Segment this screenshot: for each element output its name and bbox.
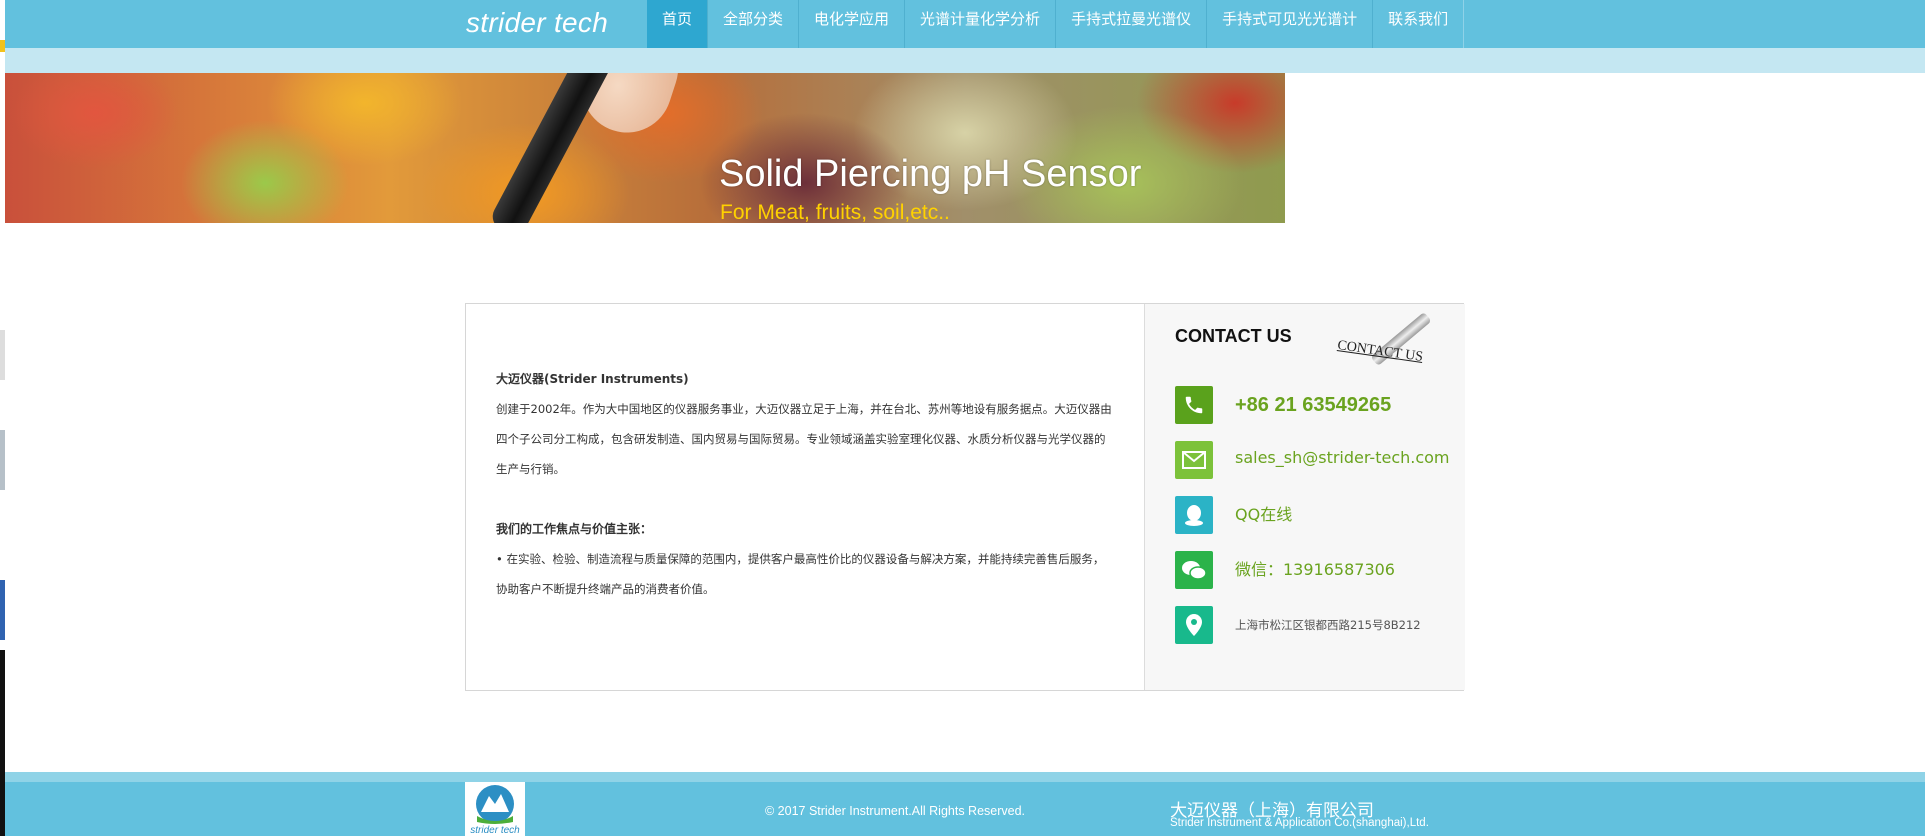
contact-phone-row: +86 21 63549265	[1175, 386, 1455, 424]
page: strider tech 首页 全部分类 电化学应用 光谱计量化学分析 手持式拉…	[0, 0, 1925, 836]
footer-logo-text: strider tech	[470, 825, 520, 836]
nav-item-electrochemistry[interactable]: 电化学应用	[799, 0, 906, 48]
focus-text: • 在实验、检验、制造流程与质量保障的范围内，提供客户最高性价比的仪器设备与解决…	[496, 552, 1105, 596]
contact-qq-row: QQ在线	[1175, 496, 1455, 534]
nav-item-spectroscopy-analysis[interactable]: 光谱计量化学分析	[905, 0, 1057, 48]
contact-address: 上海市松江区银都西路215号8B212	[1235, 618, 1421, 632]
copyright: © 2017 Strider Instrument.All Rights Res…	[765, 804, 1026, 818]
site-logo[interactable]: strider tech	[466, 3, 608, 43]
map-pin-icon	[1175, 606, 1213, 644]
contact-email[interactable]: sales_sh@strider-tech.com	[1235, 441, 1450, 468]
contact-email-row: sales_sh@strider-tech.com	[1175, 441, 1455, 479]
footer-top-strip	[5, 772, 1925, 782]
footer-logo[interactable]: strider tech	[465, 782, 525, 836]
nav-item-handheld-visible-spectrometer[interactable]: 手持式可见光光谱计	[1207, 0, 1374, 48]
contact-title: CONTACT US	[1175, 326, 1292, 346]
banner-title: Solid Piercing pH Sensor	[719, 153, 1142, 195]
contact-address-row: 上海市松江区银都西路215号8B212	[1175, 606, 1455, 644]
contact-phone[interactable]: +86 21 63549265	[1235, 386, 1391, 424]
nav-item-contact[interactable]: 联系我们	[1373, 0, 1465, 48]
contact-qq[interactable]: QQ在线	[1235, 496, 1292, 534]
nav-item-all-categories[interactable]: 全部分类	[708, 0, 800, 48]
hero-banner[interactable]: Solid Piercing pH Sensor For Meat, fruit…	[5, 73, 1285, 223]
banner-subtitle: For Meat, fruits, soil,etc..	[720, 201, 950, 223]
contact-wechat[interactable]: 微信：13916587306	[1235, 551, 1395, 589]
contact-wechat-row: 微信：13916587306	[1175, 551, 1455, 589]
about-intro: 创建于2002年。作为大中国地区的仪器服务事业，大迈仪器立足于上海，并在台北、苏…	[496, 402, 1112, 476]
qq-icon	[1175, 496, 1213, 534]
company-name-en: Strider Instrument & Application Co.(sha…	[1170, 817, 1429, 829]
edge-marker	[0, 430, 5, 490]
about-contact-panel: 大迈仪器(Strider Instruments) 创建于2002年。作为大中国…	[465, 303, 1465, 691]
phone-icon	[1175, 386, 1213, 424]
focus-heading: 我们的工作焦点与价值主张：	[496, 522, 653, 536]
contact-box: CONTACT US CONTACT US +86 21 63549265 sa…	[1144, 304, 1465, 690]
footer-logo-icon	[476, 785, 514, 824]
edge-marker	[0, 330, 5, 380]
main-nav: 首页 全部分类 电化学应用 光谱计量化学分析 手持式拉曼光谱仪 手持式可见光光谱…	[647, 0, 1465, 48]
mail-icon	[1175, 441, 1213, 479]
edge-marker	[0, 580, 5, 640]
nav-item-handheld-raman[interactable]: 手持式拉曼光谱仪	[1056, 0, 1208, 48]
nav-item-home[interactable]: 首页	[647, 0, 709, 48]
sub-bar	[5, 48, 1925, 73]
about-section: 大迈仪器(Strider Instruments) 创建于2002年。作为大中国…	[496, 364, 1112, 604]
wechat-icon	[1175, 551, 1213, 589]
about-heading: 大迈仪器(Strider Instruments)	[496, 372, 689, 386]
